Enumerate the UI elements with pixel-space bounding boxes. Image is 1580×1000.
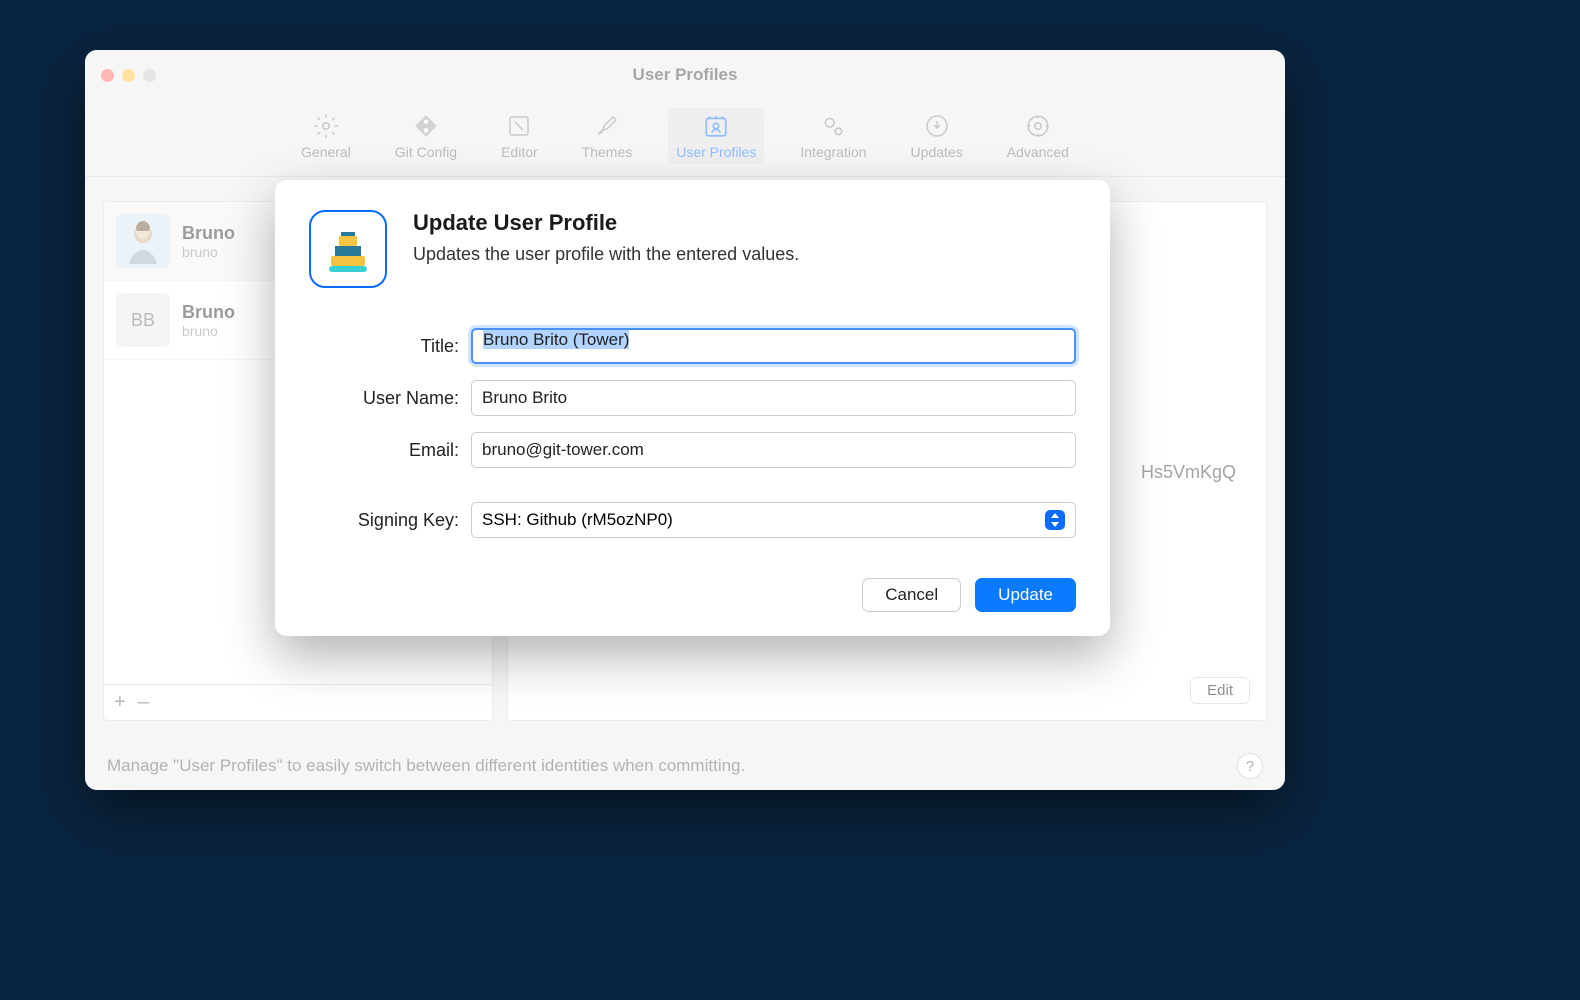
brush-icon: [593, 112, 621, 140]
edit-button[interactable]: Edit: [1190, 677, 1250, 704]
dialog-actions: Cancel Update: [309, 578, 1076, 612]
tab-themes[interactable]: Themes: [574, 108, 641, 164]
window-title: User Profiles: [85, 65, 1285, 85]
preferences-toolbar: General Git Config Editor Themes User Pr…: [85, 100, 1285, 177]
username-input[interactable]: Bruno Brito: [471, 380, 1076, 416]
tab-advanced[interactable]: Advanced: [999, 108, 1077, 164]
remove-profile-button[interactable]: –: [138, 691, 149, 714]
gear-icon: [312, 112, 340, 140]
avatar: BB: [116, 293, 170, 347]
app-icon: [309, 210, 387, 288]
title-input[interactable]: Bruno Brito (Tower): [471, 328, 1076, 364]
profile-email: bruno: [182, 244, 235, 260]
profile-form: Title: Bruno Brito (Tower) User Name: Br…: [309, 328, 1076, 538]
gears-icon: [819, 112, 847, 140]
footer-help-text: Manage "User Profiles" to easily switch …: [107, 756, 745, 776]
email-input[interactable]: bruno@git-tower.com: [471, 432, 1076, 468]
titlebar: User Profiles: [85, 50, 1285, 100]
git-icon: [412, 112, 440, 140]
chevron-updown-icon: [1045, 510, 1065, 530]
profile-icon: [702, 112, 730, 140]
signing-key-label: Signing Key:: [309, 510, 459, 531]
editor-icon: [505, 112, 533, 140]
username-label: User Name:: [309, 388, 459, 409]
list-footer: + –: [104, 684, 492, 720]
tab-general[interactable]: General: [293, 108, 359, 164]
help-button[interactable]: ?: [1237, 753, 1263, 779]
dialog-title: Update User Profile: [413, 210, 799, 236]
signing-key-fragment: Hs5VmKgQ: [1141, 462, 1236, 483]
add-profile-button[interactable]: +: [114, 691, 126, 714]
tab-user-profiles[interactable]: User Profiles: [668, 108, 764, 164]
cancel-button[interactable]: Cancel: [862, 578, 961, 612]
profile-name: Bruno: [182, 223, 235, 244]
dialog-subtitle: Updates the user profile with the entere…: [413, 244, 799, 265]
title-label: Title:: [309, 336, 459, 357]
profile-email: bruno: [182, 323, 235, 339]
download-icon: [923, 112, 951, 140]
tab-editor[interactable]: Editor: [493, 108, 546, 164]
tab-updates[interactable]: Updates: [903, 108, 971, 164]
tab-git-config[interactable]: Git Config: [387, 108, 465, 164]
profile-name: Bruno: [182, 302, 235, 323]
update-button[interactable]: Update: [975, 578, 1076, 612]
footer: Manage "User Profiles" to easily switch …: [85, 737, 1285, 790]
avatar: [116, 214, 170, 268]
update-profile-dialog: Update User Profile Updates the user pro…: [275, 180, 1110, 636]
cog-icon: [1024, 112, 1052, 140]
email-label: Email:: [309, 440, 459, 461]
signing-key-select[interactable]: SSH: Github (rM5ozNP0): [471, 502, 1076, 538]
tab-integration[interactable]: Integration: [792, 108, 874, 164]
